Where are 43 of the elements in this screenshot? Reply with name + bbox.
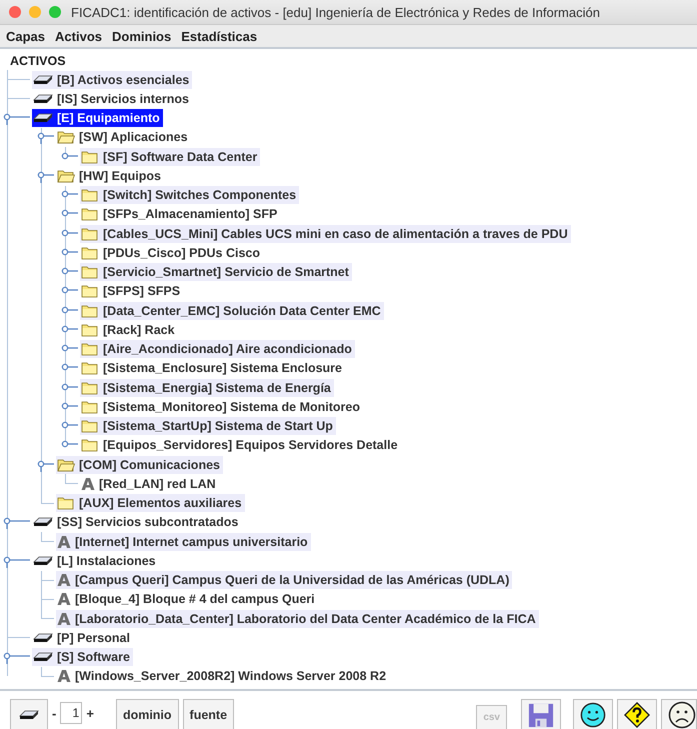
tree-node[interactable]: [P] Personal (32, 628, 133, 647)
tree-node[interactable]: [Bloque_4] Bloque # 4 del campus Queri (56, 590, 318, 608)
window-title: FICADC1: identificación de activos - [edu] Ingeniería de Electrónica y Redes de Información (71, 4, 600, 20)
tree-node[interactable]: [Sistema_Monitoreo] Sistema de Monitoreo (80, 398, 363, 416)
tree-header: ACTIVOS (9, 53, 67, 70)
level-field[interactable]: 1 (60, 702, 82, 724)
menu-item[interactable]: Capas (6, 28, 46, 44)
tree-node[interactable]: [Internet] Internet campus universitario (56, 532, 311, 551)
tree-node[interactable]: [B] Activos esenciales (32, 70, 192, 89)
toolbar-button[interactable]: fuente (182, 699, 234, 729)
increment-button[interactable]: + (86, 706, 94, 720)
tree-node[interactable]: [Servicio_Smartnet] Servicio de Smartnet (80, 263, 352, 282)
tree-node[interactable]: [Windows_Server_2008R2] Windows Server 2008 R2 (56, 667, 390, 686)
tree-node[interactable]: [Red_LAN] red LAN (80, 474, 219, 493)
tree-node[interactable]: [Cables_UCS_Mini] Cables UCS mini en caso de alimentación a traves de PDU (80, 224, 571, 243)
tree-node[interactable]: [Sistema_Enclosure] Sistema Enclosure (80, 359, 345, 378)
menu-item[interactable]: Dominios (112, 28, 172, 44)
tree-node[interactable]: [HW] Equipos (56, 166, 164, 185)
tree-node[interactable]: [Sistema_Energia] Sistema de Energía (80, 378, 334, 397)
tree-node[interactable]: [Switch] Switches Componentes (80, 186, 300, 204)
tree-node[interactable]: [Sistema_StartUp] Sistema de Start Up (80, 417, 336, 436)
tree-node[interactable]: [SW] Aplicaciones (56, 128, 191, 146)
tree-node[interactable]: [Aire_Acondicionado] Aire acondicionado (80, 340, 355, 358)
tree-node[interactable]: [L] Instalaciones (32, 552, 159, 570)
tree-node[interactable]: [SF] Software Data Center (80, 148, 260, 166)
menu-item[interactable]: Estadísticas (181, 28, 258, 44)
tree-node[interactable]: [PDUs_Cisco] PDUs Cisco (80, 244, 263, 262)
tree-node[interactable]: [Equipos_Servidores] Equipos Servidores Detalle (80, 436, 401, 454)
decrement-button[interactable]: - (52, 706, 56, 720)
tree-node[interactable]: [Data_Center_EMC] Solución Data Center EMC (80, 302, 384, 320)
tree-node[interactable]: [SFPs_Almacenamiento] SFP (80, 205, 280, 224)
tree-node[interactable]: [Laboratorio_Data_Center] Laboratorio del Data Center Académico de la FICA (56, 610, 539, 628)
tree-node[interactable]: [E] Equipamiento (32, 109, 163, 128)
toolbar-button[interactable]: dominio (116, 699, 179, 729)
tree-node[interactable]: [IS] Servicios internos (32, 90, 192, 108)
tree-node[interactable]: [S] Software (32, 648, 133, 666)
tree-node[interactable]: [Rack] Rack (80, 320, 178, 339)
tree-node[interactable]: [SFPS] SFPS (80, 282, 184, 300)
tree-node[interactable]: [SS] Servicios subcontratados (32, 513, 242, 532)
menu-item[interactable]: Activos (55, 28, 102, 44)
tree-node[interactable]: [COM] Comunicaciones (56, 456, 223, 474)
tree-node[interactable]: [Campus Queri] Campus Queri de la Universidad de las Américas (UDLA) (56, 571, 512, 590)
tree-node[interactable]: [AUX] Elementos auxiliares (56, 494, 245, 512)
